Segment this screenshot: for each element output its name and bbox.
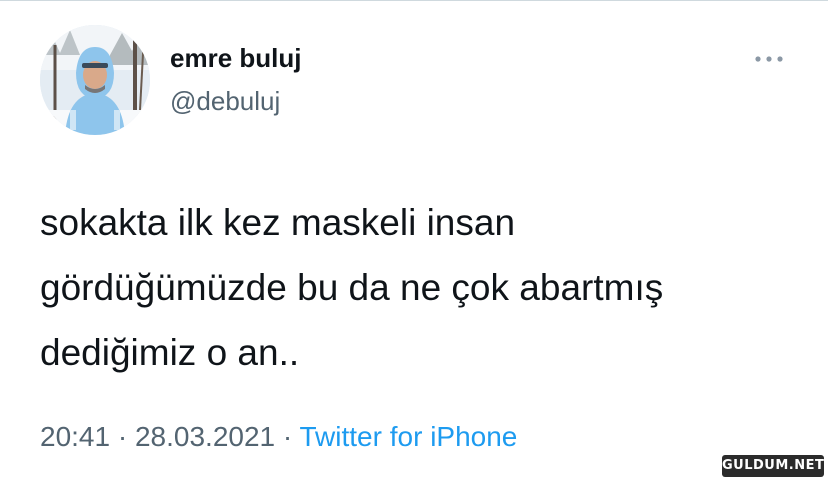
tweet-text-line: gördüğümüzde bu da ne çok abartmış (40, 267, 664, 308)
top-divider (0, 0, 828, 1)
tweet-date[interactable]: 28.03.2021 (135, 421, 275, 452)
tweet-source-link[interactable]: Twitter for iPhone (300, 421, 518, 452)
tweet-text-line: sokakta ilk kez maskeli insan (40, 202, 516, 243)
avatar-photo (40, 25, 150, 135)
more-horizontal-icon[interactable] (752, 49, 786, 69)
meta-separator: · (275, 421, 300, 452)
display-name[interactable]: emre buluj (170, 43, 301, 74)
tweet-meta: 20:41 · 28.03.2021 · Twitter for iPhone (40, 421, 517, 453)
user-handle[interactable]: @debuluj (170, 86, 280, 117)
meta-separator: · (110, 421, 135, 452)
tweet-text-line: dediğimiz o an.. (40, 332, 300, 373)
watermark: GULDUM.NET (722, 455, 824, 477)
tweet-time[interactable]: 20:41 (40, 421, 110, 452)
tweet-text: sokakta ilk kez maskeli insan gördüğümüz… (40, 190, 810, 385)
avatar[interactable] (40, 25, 150, 135)
